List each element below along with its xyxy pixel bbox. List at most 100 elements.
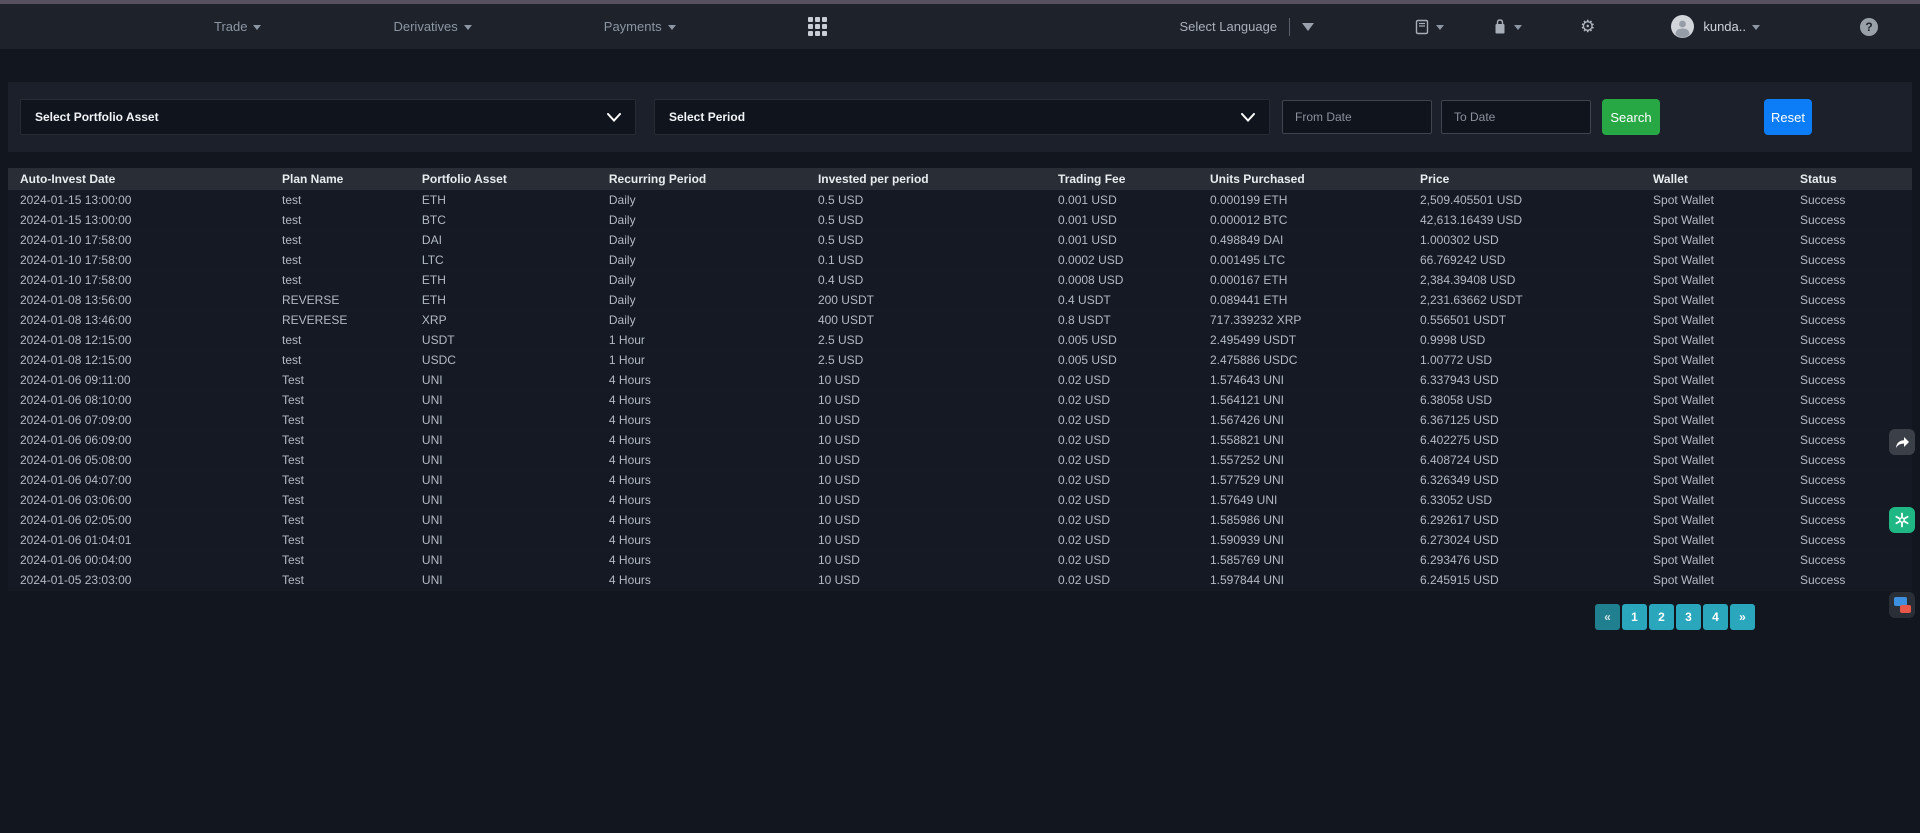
table-cell: 0.005 USD: [1046, 330, 1198, 350]
chatgpt-extension-button[interactable]: [1889, 507, 1915, 533]
divider: [1289, 18, 1290, 36]
table-cell: Test: [270, 570, 410, 590]
table-cell: Success: [1788, 270, 1912, 290]
page-button-3[interactable]: 3: [1676, 604, 1701, 630]
table-cell: 10 USD: [806, 530, 1046, 550]
table-cell: 6.245915 USD: [1408, 570, 1641, 590]
table-cell: Spot Wallet: [1641, 450, 1788, 470]
table-cell: Success: [1788, 230, 1912, 250]
portfolio-asset-select[interactable]: Select Portfolio Asset: [20, 99, 636, 135]
settings-gear-icon[interactable]: ⚙: [1580, 18, 1595, 35]
table-cell: 0.02 USD: [1046, 410, 1198, 430]
table-cell: 2024-01-06 08:10:00: [8, 390, 270, 410]
table-cell: Spot Wallet: [1641, 190, 1788, 210]
table-cell: ETH: [410, 290, 597, 310]
table-row: 2024-01-06 04:07:00TestUNI4 Hours10 USD0…: [8, 470, 1912, 490]
table-cell: Spot Wallet: [1641, 330, 1788, 350]
table-cell: 0.0002 USD: [1046, 250, 1198, 270]
table-cell: Spot Wallet: [1641, 510, 1788, 530]
table-cell: Spot Wallet: [1641, 310, 1788, 330]
table-row: 2024-01-08 12:15:00testUSDC1 Hour2.5 USD…: [8, 350, 1912, 370]
table-cell: 0.02 USD: [1046, 470, 1198, 490]
table-cell: 2,509.405501 USD: [1408, 190, 1641, 210]
table-cell: 1.558821 UNI: [1198, 430, 1408, 450]
table-cell: 2024-01-10 17:58:00: [8, 230, 270, 250]
table-cell: 6.293476 USD: [1408, 550, 1641, 570]
table-cell: Success: [1788, 550, 1912, 570]
nav-payments-label: Payments: [604, 19, 662, 34]
navbar-right: Select Language ⚙: [1180, 15, 1897, 38]
table-cell: UNI: [410, 550, 597, 570]
caret-down-icon: [1514, 25, 1522, 30]
table-cell: 1.57649 UNI: [1198, 490, 1408, 510]
language-selector[interactable]: Select Language: [1180, 18, 1315, 36]
table-cell: REVERSE: [270, 290, 410, 310]
table-cell: Success: [1788, 190, 1912, 210]
from-date-input[interactable]: [1282, 100, 1432, 134]
table-cell: Spot Wallet: [1641, 530, 1788, 550]
table-cell: 0.556501 USDT: [1408, 310, 1641, 330]
table-cell: 42,613.16439 USD: [1408, 210, 1641, 230]
table-cell: Test: [270, 550, 410, 570]
period-select[interactable]: Select Period: [654, 99, 1270, 135]
table-cell: 1.567426 UNI: [1198, 410, 1408, 430]
table-cell: Success: [1788, 290, 1912, 310]
page-button-2[interactable]: 2: [1649, 604, 1674, 630]
table-cell: test: [270, 250, 410, 270]
table-cell: 1 Hour: [597, 350, 806, 370]
apps-grid-icon[interactable]: [808, 17, 827, 36]
wallet-bag-menu[interactable]: [1492, 18, 1522, 35]
table-cell: 2.475886 USDC: [1198, 350, 1408, 370]
table-cell: 0.02 USD: [1046, 430, 1198, 450]
table-cell: 10 USD: [806, 390, 1046, 410]
table-cell: Success: [1788, 350, 1912, 370]
table-cell: 2024-01-06 03:06:00: [8, 490, 270, 510]
table-cell: 2024-01-10 17:58:00: [8, 250, 270, 270]
user-menu[interactable]: kunda..: [1671, 15, 1760, 38]
table-cell: 0.8 USDT: [1046, 310, 1198, 330]
share-extension-button[interactable]: [1889, 429, 1915, 455]
pagination-prev-button[interactable]: «: [1595, 604, 1620, 630]
reset-button[interactable]: Reset: [1764, 99, 1812, 135]
table-cell: 2024-01-15 13:00:00: [8, 210, 270, 230]
table-cell: 4 Hours: [597, 510, 806, 530]
table-cell: 0.02 USD: [1046, 450, 1198, 470]
table-cell: ETH: [410, 270, 597, 290]
table-cell: UNI: [410, 470, 597, 490]
table-cell: 4 Hours: [597, 430, 806, 450]
table-cell: Spot Wallet: [1641, 250, 1788, 270]
orders-book-menu[interactable]: [1414, 19, 1444, 35]
column-header: Plan Name: [270, 168, 410, 190]
search-button[interactable]: Search: [1602, 99, 1660, 135]
table-cell: 2024-01-06 02:05:00: [8, 510, 270, 530]
table-cell: Spot Wallet: [1641, 350, 1788, 370]
table-cell: 2,231.63662 USDT: [1408, 290, 1641, 310]
table-cell: Daily: [597, 250, 806, 270]
help-icon[interactable]: ?: [1860, 18, 1878, 36]
table-cell: 2024-01-06 00:04:00: [8, 550, 270, 570]
table-cell: 0.001 USD: [1046, 230, 1198, 250]
table-cell: UNI: [410, 450, 597, 470]
page-button-4[interactable]: 4: [1703, 604, 1728, 630]
page-button-1[interactable]: 1: [1622, 604, 1647, 630]
table-cell: 1.557252 UNI: [1198, 450, 1408, 470]
table-cell: Daily: [597, 290, 806, 310]
table-cell: UNI: [410, 510, 597, 530]
table-row: 2024-01-10 17:58:00testDAIDaily0.5 USD0.…: [8, 230, 1912, 250]
table-cell: UNI: [410, 530, 597, 550]
nav-item-derivatives[interactable]: Derivatives: [393, 19, 471, 34]
to-date-input[interactable]: [1441, 100, 1591, 134]
nav-item-payments[interactable]: Payments: [604, 19, 676, 34]
table-cell: 1.585986 UNI: [1198, 510, 1408, 530]
table-cell: 6.273024 USD: [1408, 530, 1641, 550]
table-cell: Test: [270, 410, 410, 430]
table-cell: 0.000012 BTC: [1198, 210, 1408, 230]
table-cell: 0.02 USD: [1046, 550, 1198, 570]
table-cell: 400 USDT: [806, 310, 1046, 330]
pagination-next-button[interactable]: »: [1730, 604, 1755, 630]
table-cell: Test: [270, 370, 410, 390]
table-cell: 0.02 USD: [1046, 530, 1198, 550]
nav-item-trade[interactable]: Trade: [214, 19, 261, 34]
chat-extension-button[interactable]: [1889, 592, 1915, 618]
table-cell: 4 Hours: [597, 370, 806, 390]
